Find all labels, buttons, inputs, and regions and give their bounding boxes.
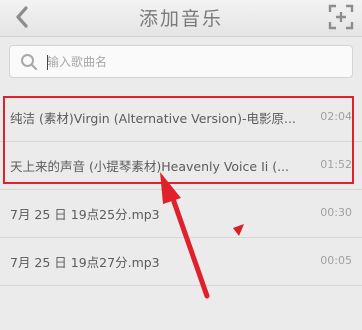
- song-name: 7月 25 日 19点27分.mp3: [10, 255, 160, 270]
- search-icon: [21, 54, 38, 71]
- song-item[interactable]: 7月 25 日 19点25分.mp3 00:30: [0, 190, 362, 238]
- song-name: 7月 25 日 19点25分.mp3: [10, 207, 160, 222]
- search-bar[interactable]: [9, 45, 353, 78]
- top-bar: 添加音乐: [0, 0, 362, 37]
- song-name: 天上来的声音 (小提琴素材)Heavenly Voice Ii (...: [10, 159, 289, 174]
- scan-icon: [328, 4, 354, 30]
- scan-button[interactable]: [328, 4, 354, 30]
- song-duration: 02:04: [320, 110, 352, 123]
- page-title: 添加音乐: [138, 8, 223, 30]
- search-input[interactable]: [47, 51, 337, 73]
- song-list: 纯洁 (素材)Virgin (Alternative Version)-电影原.…: [0, 94, 362, 286]
- song-item[interactable]: 纯洁 (素材)Virgin (Alternative Version)-电影原.…: [0, 94, 362, 142]
- song-duration: 01:52: [320, 158, 352, 171]
- text-caret: [47, 55, 48, 70]
- song-item[interactable]: 天上来的声音 (小提琴素材)Heavenly Voice Ii (... 01:…: [0, 142, 362, 190]
- song-item[interactable]: 7月 25 日 19点27分.mp3 00:05: [0, 238, 362, 286]
- song-name: 纯洁 (素材)Virgin (Alternative Version)-电影原.…: [10, 111, 296, 126]
- song-duration: 00:05: [320, 254, 352, 267]
- song-duration: 00:30: [320, 206, 352, 219]
